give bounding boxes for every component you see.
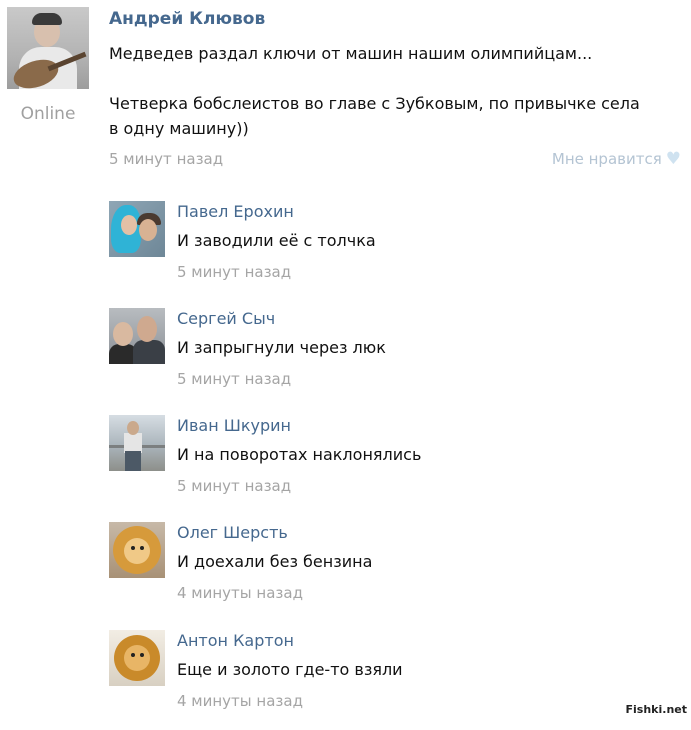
comment-author[interactable]: Олег Шерсть [177, 523, 288, 542]
comment-timestamp[interactable]: 4 минуты назад [177, 692, 303, 710]
comment-author[interactable]: Павел Ерохин [177, 202, 294, 221]
post-author-avatar[interactable] [7, 7, 89, 89]
comment-item: Сергей Сыч И запрыгнули через люк 5 мину… [109, 308, 679, 408]
comment-timestamp[interactable]: 5 минут назад [177, 263, 291, 281]
comment-item: Иван Шкурин И на поворотах наклонялись 5… [109, 415, 679, 515]
comment-item: Антон Картон Еще и золото где-то взяли 4… [109, 630, 679, 730]
comment-item: Павел Ерохин И заводили её с толчка 5 ми… [109, 201, 679, 301]
comment-text: И заводили её с толчка [177, 231, 376, 250]
post-timestamp[interactable]: 5 минут назад [109, 150, 223, 168]
heart-icon: ♥ [665, 148, 681, 169]
post-author-name[interactable]: Андрей Клювов [109, 9, 265, 29]
post-text: Медведев раздал ключи от машин нашим оли… [109, 44, 640, 138]
comment-author[interactable]: Антон Картон [177, 631, 294, 650]
comment-author[interactable]: Сергей Сыч [177, 309, 275, 328]
watermark: Fishki.net [625, 703, 687, 716]
comment-avatar[interactable] [109, 308, 165, 364]
comment-text: И запрыгнули через люк [177, 338, 386, 357]
comment-text: Еще и золото где-то взяли [177, 660, 403, 679]
comment-timestamp[interactable]: 5 минут назад [177, 370, 291, 388]
comment-text: И на поворотах наклонялись [177, 445, 422, 464]
comment-author[interactable]: Иван Шкурин [177, 416, 291, 435]
comment-timestamp[interactable]: 5 минут назад [177, 477, 291, 495]
comment-avatar[interactable] [109, 522, 165, 578]
like-button[interactable]: Мне нравится ♥ [552, 150, 681, 168]
comment-avatar[interactable] [109, 201, 165, 257]
online-status: Online [20, 104, 76, 124]
comment-text: И доехали без бензина [177, 552, 373, 571]
comment-avatar[interactable] [109, 415, 165, 471]
like-label: Мне нравится [551, 150, 662, 168]
comment-avatar[interactable] [109, 630, 165, 686]
comment-timestamp[interactable]: 4 минуты назад [177, 584, 303, 602]
comment-item: Олег Шерсть И доехали без бензина 4 мину… [109, 522, 679, 622]
